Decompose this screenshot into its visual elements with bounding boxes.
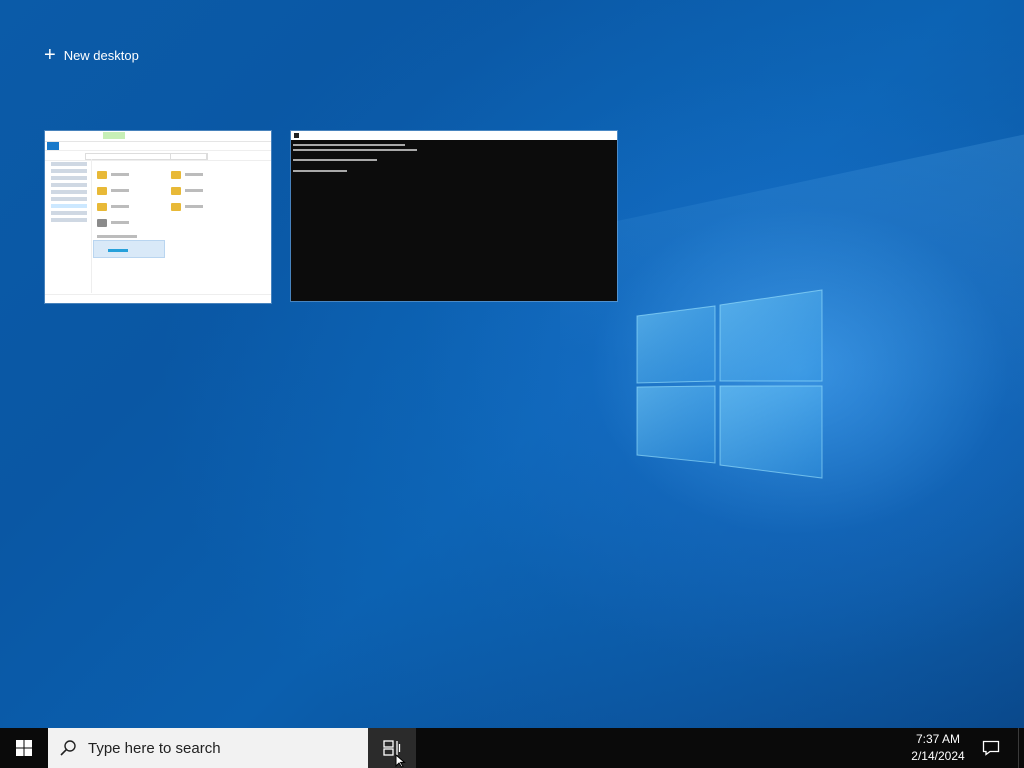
clock-time: 7:37 AM — [915, 732, 961, 746]
folder-icon — [171, 171, 181, 179]
cmd-icon — [294, 133, 299, 138]
show-desktop-button[interactable] — [1018, 728, 1024, 768]
folder-icon — [97, 203, 107, 211]
windows-logo-wallpaper — [636, 289, 823, 479]
explorer-titlebar — [45, 131, 271, 142]
cmd-text-line — [293, 149, 417, 151]
cmd-text-line — [293, 170, 347, 172]
cmd-text-line — [293, 159, 377, 161]
folder-icon — [171, 187, 181, 195]
explorer-content — [97, 163, 267, 293]
explorer-file-tab — [47, 142, 59, 150]
action-center-icon — [982, 740, 1000, 756]
clock-date: 2/14/2024 — [911, 749, 965, 763]
cmd-titlebar — [291, 131, 617, 140]
folder-icon — [171, 203, 181, 211]
action-center-button[interactable] — [976, 728, 1006, 768]
task-view-button[interactable] — [368, 728, 416, 768]
windows-logo-icon — [16, 740, 32, 756]
new-desktop-label: New desktop — [63, 47, 139, 63]
search-box[interactable]: Type here to search — [48, 728, 368, 768]
search-placeholder: Type here to search — [88, 739, 221, 757]
start-button[interactable] — [0, 728, 48, 768]
explorer-manage-tab — [103, 132, 125, 139]
new-desktop-button[interactable]: + New desktop — [44, 44, 139, 66]
file-explorer-thumbnail[interactable] — [45, 131, 271, 303]
plus-icon: + — [44, 44, 56, 66]
taskbar: Type here to search 7:37 AM 2/14/2024 — [0, 728, 1024, 768]
explorer-statusbar — [45, 294, 271, 303]
clock[interactable]: 7:37 AM 2/14/2024 — [900, 731, 976, 765]
command-prompt-thumbnail[interactable] — [291, 131, 617, 301]
folder-icon — [97, 219, 107, 227]
folder-icon — [97, 171, 107, 179]
cmd-text-line — [293, 144, 405, 146]
search-icon — [60, 740, 76, 756]
explorer-nav-pane — [45, 159, 92, 293]
drive-tile — [93, 240, 165, 258]
explorer-ribbon — [45, 142, 271, 151]
folder-icon — [97, 187, 107, 195]
desktop-background: + New desktop — [0, 0, 1024, 728]
mouse-cursor-icon — [395, 754, 406, 768]
